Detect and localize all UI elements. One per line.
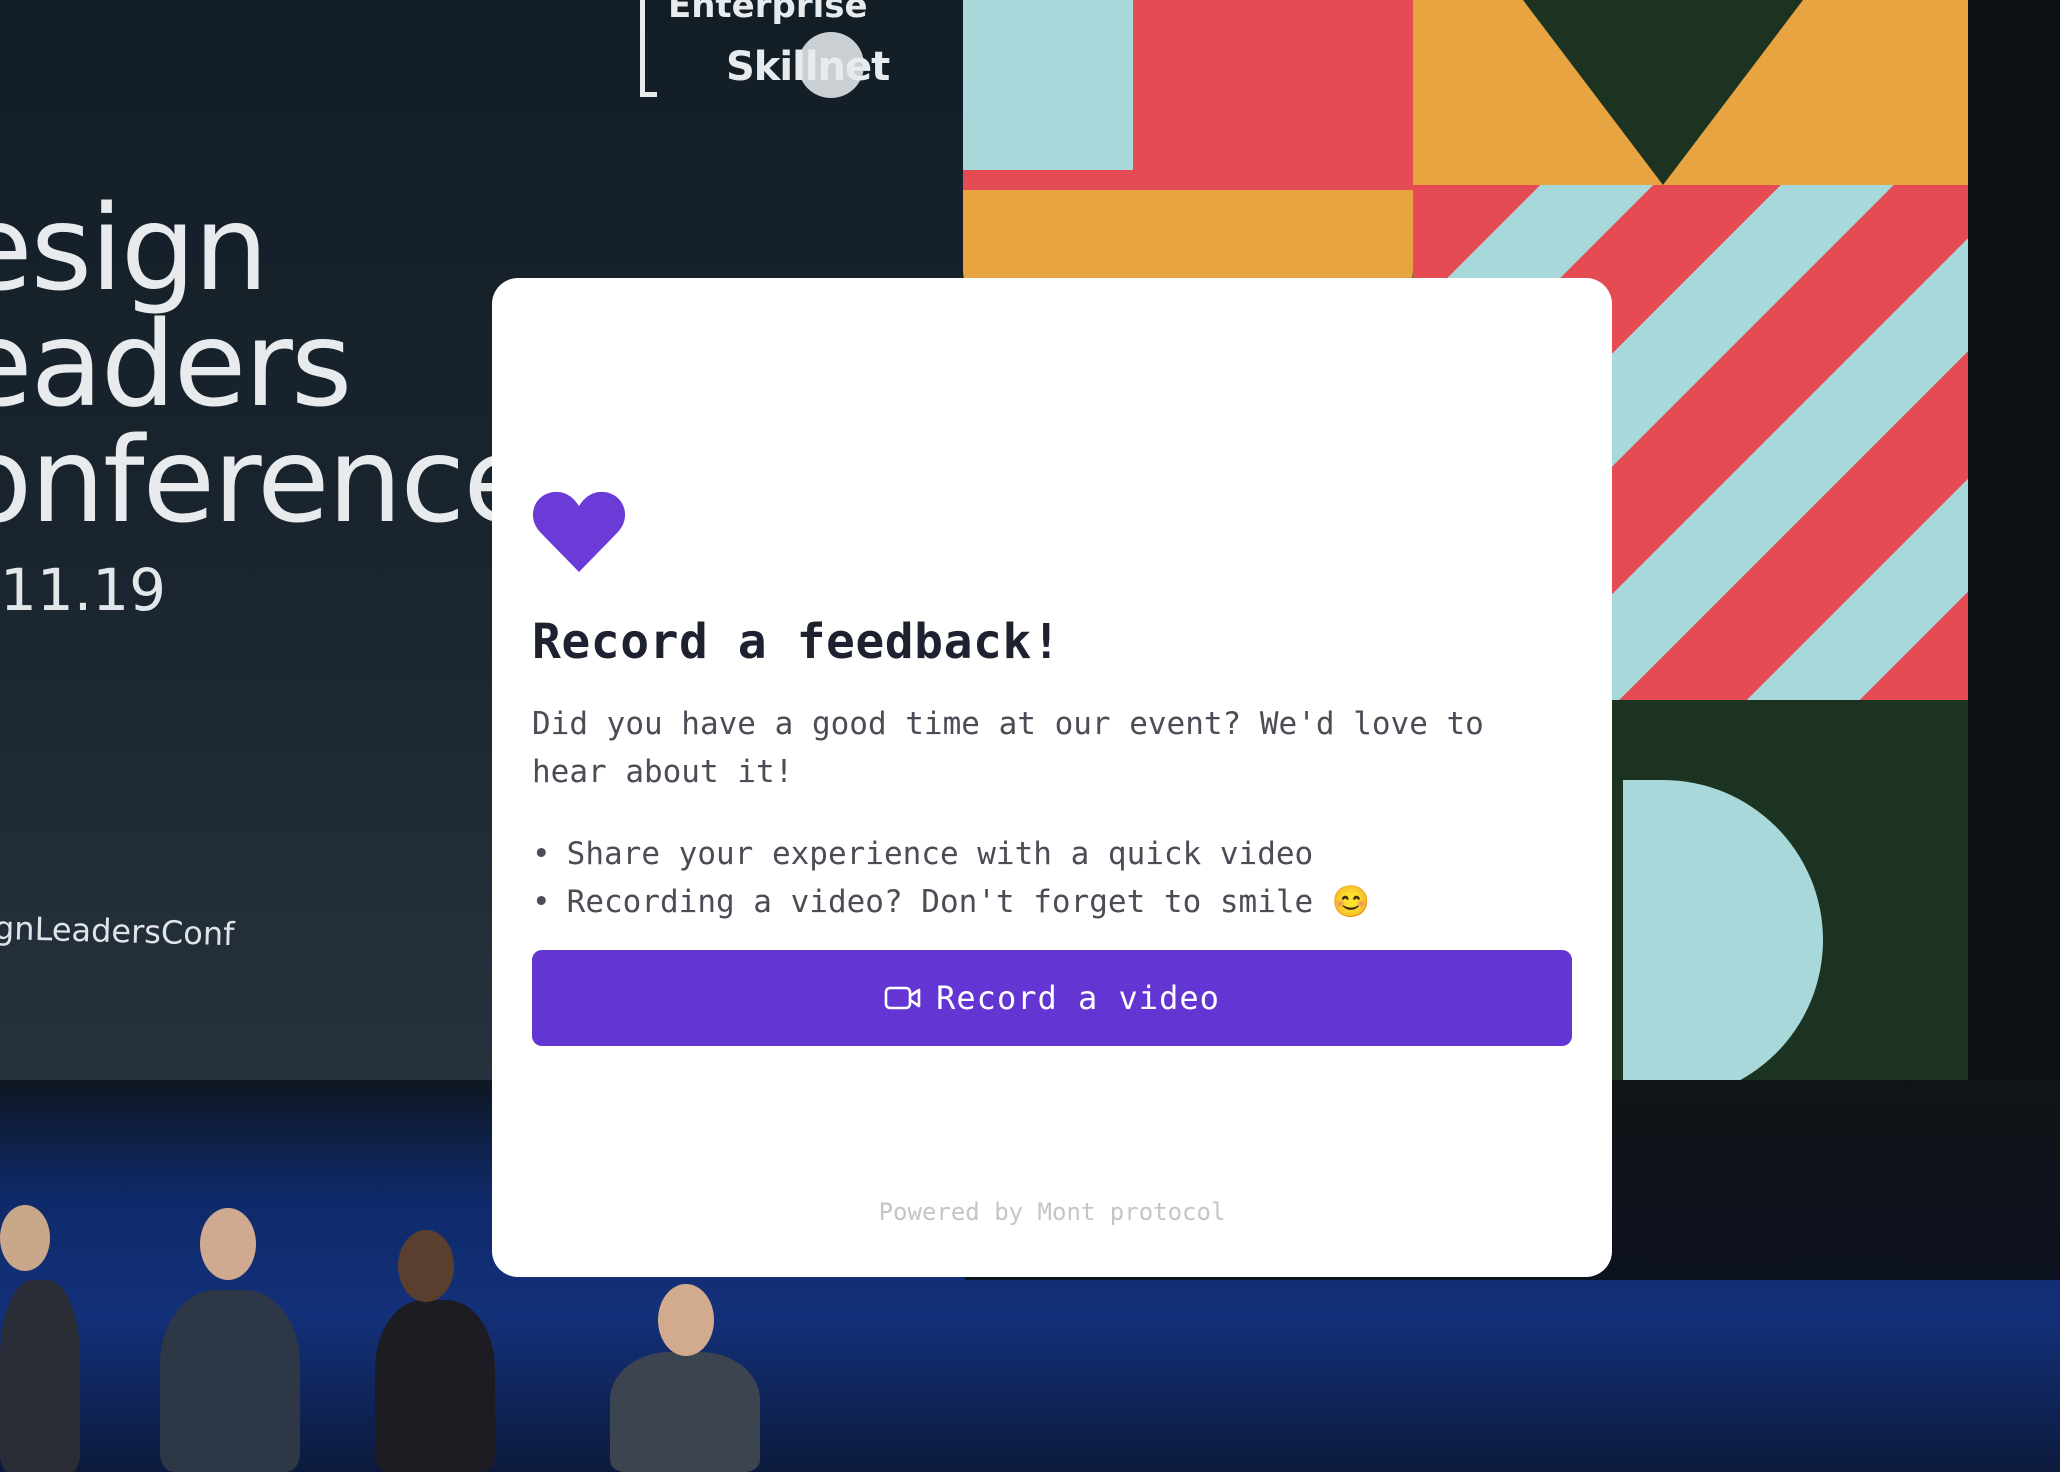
conference-title: esign eaders onference	[0, 179, 536, 549]
list-item-text: Share your experience with a quick video	[566, 836, 1314, 872]
panelist-1-head	[0, 1205, 50, 1271]
logo-bracket	[640, 0, 657, 97]
panelist-1	[0, 1280, 80, 1472]
conference-date: 11.19	[0, 556, 167, 624]
art-dark-triangle	[1523, 0, 1803, 185]
feedback-card: Record a feedback! Did you have a good t…	[492, 278, 1612, 1277]
panelist-3	[375, 1300, 495, 1472]
record-video-button[interactable]: Record a video	[532, 950, 1572, 1046]
background-photo: Enterprise Skillnet esign eaders onferen…	[0, 0, 2060, 1472]
bullet-dot: •	[532, 884, 551, 920]
video-camera-icon	[884, 986, 921, 1010]
card-description: Did you have a good time at our event? W…	[532, 706, 1484, 790]
conference-hashtag: gnLeadersConf	[0, 908, 235, 954]
record-video-label: Record a video	[936, 979, 1220, 1017]
card-title: Record a feedback!	[532, 614, 1062, 670]
list-item: • Recording a video? Don't forget to smi…	[532, 878, 1370, 926]
logo-skillnet-text: Skillnet	[726, 44, 890, 90]
panelist-2	[160, 1290, 300, 1472]
panelist-4-head	[658, 1284, 714, 1356]
bullet-dot: •	[532, 836, 551, 872]
powered-by-footer[interactable]: Powered by Mont protocol	[492, 1198, 1612, 1226]
panelist-2-head	[200, 1208, 256, 1280]
logo-enterprise-text: Enterprise	[668, 0, 868, 26]
feature-list: • Share your experience with a quick vid…	[532, 830, 1370, 926]
art-teal-step-2	[963, 0, 1053, 120]
list-item: • Share your experience with a quick vid…	[532, 830, 1370, 878]
panelist-4	[610, 1352, 760, 1472]
panelist-3-head	[398, 1230, 454, 1302]
heart-icon	[532, 491, 626, 572]
list-item-text: Recording a video? Don't forget to smile…	[566, 884, 1371, 920]
